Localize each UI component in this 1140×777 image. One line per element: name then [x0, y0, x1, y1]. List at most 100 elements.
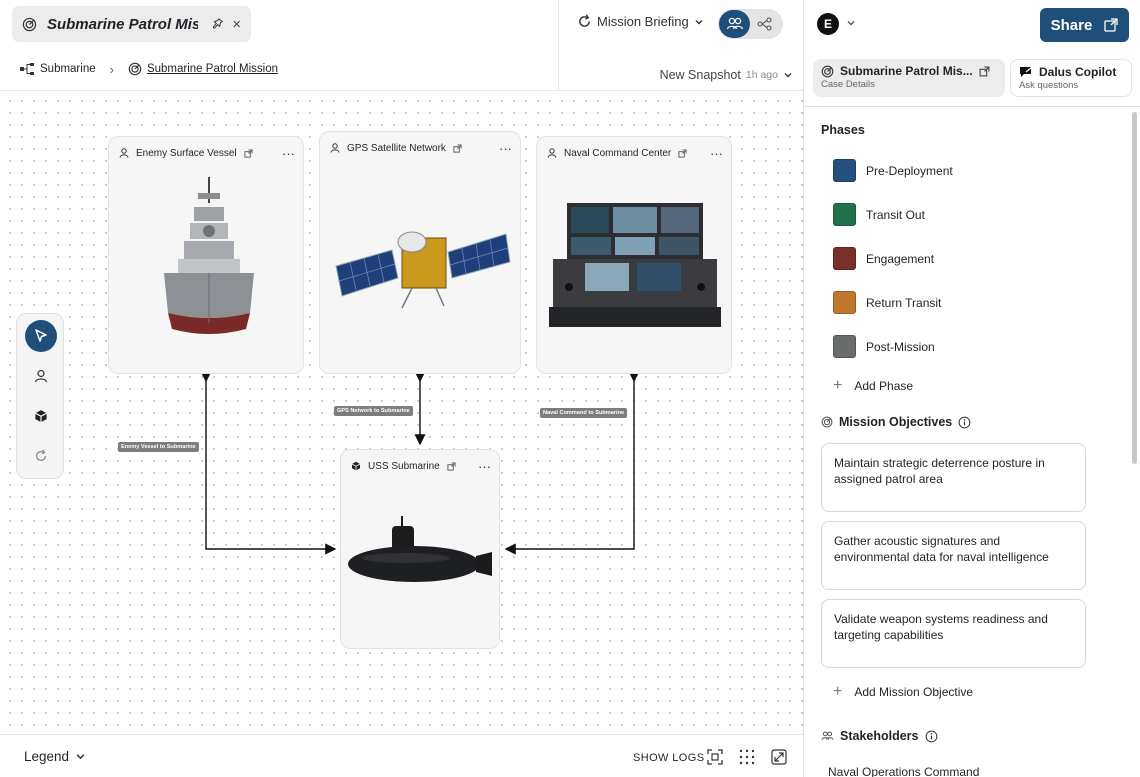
- tool-palette: [16, 313, 64, 479]
- person-icon: [119, 148, 129, 158]
- fit-view-icon[interactable]: [707, 749, 723, 765]
- phase-item[interactable]: Pre-Deployment: [833, 159, 953, 182]
- phase-color-swatch[interactable]: [833, 291, 856, 314]
- phase-item[interactable]: Transit Out: [833, 203, 925, 226]
- add-objective-label: Add Mission Objective: [854, 685, 974, 699]
- node-uss-submarine[interactable]: USS Submarine ···: [340, 449, 500, 649]
- close-tab-icon[interactable]: ×: [232, 17, 241, 32]
- phase-item[interactable]: Post-Mission: [833, 335, 935, 358]
- target-icon: [821, 416, 833, 428]
- command-console-image: [549, 203, 721, 327]
- add-objective-button[interactable]: + Add Mission Objective: [833, 684, 973, 700]
- panel-scrollbar[interactable]: [1132, 112, 1137, 464]
- tab-title: Dalus Copilot: [1039, 65, 1117, 79]
- hierarchy-icon: [20, 63, 34, 75]
- person-icon: [330, 143, 340, 153]
- reset-tool[interactable]: [25, 440, 57, 472]
- node-label: Enemy Surface Vessel: [136, 147, 237, 159]
- add-phase-button[interactable]: + Add Phase: [833, 378, 913, 394]
- objective-card[interactable]: Validate weapon systems readiness and ta…: [821, 599, 1086, 668]
- people-icon: [821, 731, 834, 740]
- stakeholders-label: Stakeholders: [840, 729, 919, 743]
- mission-objectives-title: Mission Objectives: [821, 415, 971, 429]
- phase-label: Pre-Deployment: [866, 163, 953, 178]
- view-mode-toggle[interactable]: [718, 9, 783, 39]
- chevron-down-icon: [784, 73, 792, 78]
- phase-color-swatch[interactable]: [833, 335, 856, 358]
- tab-subtitle: Ask questions: [1019, 80, 1079, 91]
- info-icon[interactable]: [958, 416, 971, 429]
- share-button[interactable]: Share: [1040, 8, 1129, 42]
- plus-icon: +: [833, 377, 843, 394]
- phase-color-swatch[interactable]: [833, 203, 856, 226]
- legend-dropdown[interactable]: Legend: [24, 749, 86, 764]
- objective-card[interactable]: Gather acoustic signatures and environme…: [821, 521, 1086, 590]
- chevron-down-icon: [76, 754, 85, 760]
- more-options-icon[interactable]: ···: [499, 141, 512, 156]
- more-options-icon[interactable]: ···: [710, 146, 723, 161]
- breadcrumb-root-label: Submarine: [40, 63, 96, 75]
- graph-view-button[interactable]: [755, 14, 775, 34]
- divider: [804, 106, 1140, 107]
- grid-dots-icon[interactable]: [739, 749, 755, 765]
- phases-title-label: Phases: [821, 123, 865, 137]
- chevron-down-icon: [695, 19, 703, 24]
- cube-icon: [35, 410, 47, 423]
- graph-icon: [757, 17, 772, 31]
- target-icon: [821, 65, 834, 77]
- person-icon: [547, 148, 557, 158]
- external-link-icon[interactable]: [447, 461, 456, 471]
- phase-color-swatch[interactable]: [833, 247, 856, 270]
- node-enemy-surface-vessel[interactable]: Enemy Surface Vessel ···: [108, 136, 304, 374]
- breadcrumb-root[interactable]: Submarine: [19, 62, 96, 76]
- edge-command-to-submarine: [504, 371, 640, 555]
- tab-copilot[interactable]: Dalus Copilot Ask questions: [1010, 59, 1132, 97]
- edge-label-gps-network: GPS Network to Submarine: [334, 406, 413, 416]
- phases-title: Phases: [821, 123, 865, 137]
- expand-icon[interactable]: [771, 749, 787, 765]
- mission-briefing-dropdown[interactable]: Mission Briefing: [577, 14, 704, 29]
- canvas-footer: Legend SHOW LOGS: [0, 734, 803, 777]
- more-options-icon[interactable]: ···: [478, 459, 491, 474]
- edge-label-enemy-vessel: Enemy Vessel to Submarine: [118, 442, 199, 452]
- cube-icon: [351, 461, 361, 471]
- node-label: Naval Command Center: [564, 147, 672, 159]
- user-avatar[interactable]: E: [817, 13, 839, 35]
- document-tab[interactable]: Submarine Patrol Mis... ×: [12, 6, 251, 42]
- breadcrumb-current[interactable]: Submarine Patrol Mission: [128, 62, 278, 76]
- external-link-icon[interactable]: [678, 148, 687, 158]
- external-link-icon[interactable]: [453, 143, 462, 153]
- warship-image: [164, 177, 254, 334]
- diagram-canvas[interactable]: Enemy Surface Vessel ··· GPS Satellite N…: [0, 90, 803, 734]
- refresh-icon: [579, 14, 590, 27]
- more-options-icon[interactable]: ···: [282, 146, 295, 161]
- external-link-icon[interactable]: [244, 148, 253, 158]
- node-label: GPS Satellite Network: [347, 142, 446, 154]
- add-actor-tool[interactable]: [25, 360, 57, 392]
- phase-label: Engagement: [866, 251, 935, 266]
- objective-card[interactable]: Maintain strategic deterrence posture in…: [821, 443, 1086, 512]
- people-icon: [726, 17, 743, 30]
- tab-case-details[interactable]: Submarine Patrol Mis... Case Details: [813, 59, 1005, 97]
- node-naval-command-center[interactable]: Naval Command Center ···: [536, 136, 732, 374]
- rotate-icon: [36, 449, 46, 461]
- snapshot-age: 1h ago: [745, 69, 778, 81]
- document-tab-title: Submarine Patrol Mis...: [46, 15, 199, 33]
- submarine-image: [348, 516, 492, 582]
- phase-item[interactable]: Return Transit: [833, 291, 941, 314]
- pin-icon[interactable]: [210, 17, 224, 31]
- stakeholder-item[interactable]: Naval Operations Command: [828, 765, 979, 777]
- external-link-icon: [1104, 18, 1118, 32]
- phase-item[interactable]: Engagement: [833, 247, 934, 270]
- node-gps-satellite-network[interactable]: GPS Satellite Network ···: [319, 131, 521, 374]
- show-logs-button[interactable]: SHOW LOGS: [633, 752, 704, 764]
- snapshot-dropdown[interactable]: New Snapshot 1h ago: [660, 68, 793, 82]
- mission-briefing-label: Mission Briefing: [597, 14, 689, 29]
- info-icon[interactable]: [925, 730, 938, 743]
- people-view-button[interactable]: [719, 10, 750, 38]
- chevron-down-icon[interactable]: [846, 18, 856, 28]
- add-system-tool[interactable]: [25, 400, 57, 432]
- stakeholders-title: Stakeholders: [821, 729, 938, 743]
- phase-color-swatch[interactable]: [833, 159, 856, 182]
- select-tool[interactable]: [25, 320, 57, 352]
